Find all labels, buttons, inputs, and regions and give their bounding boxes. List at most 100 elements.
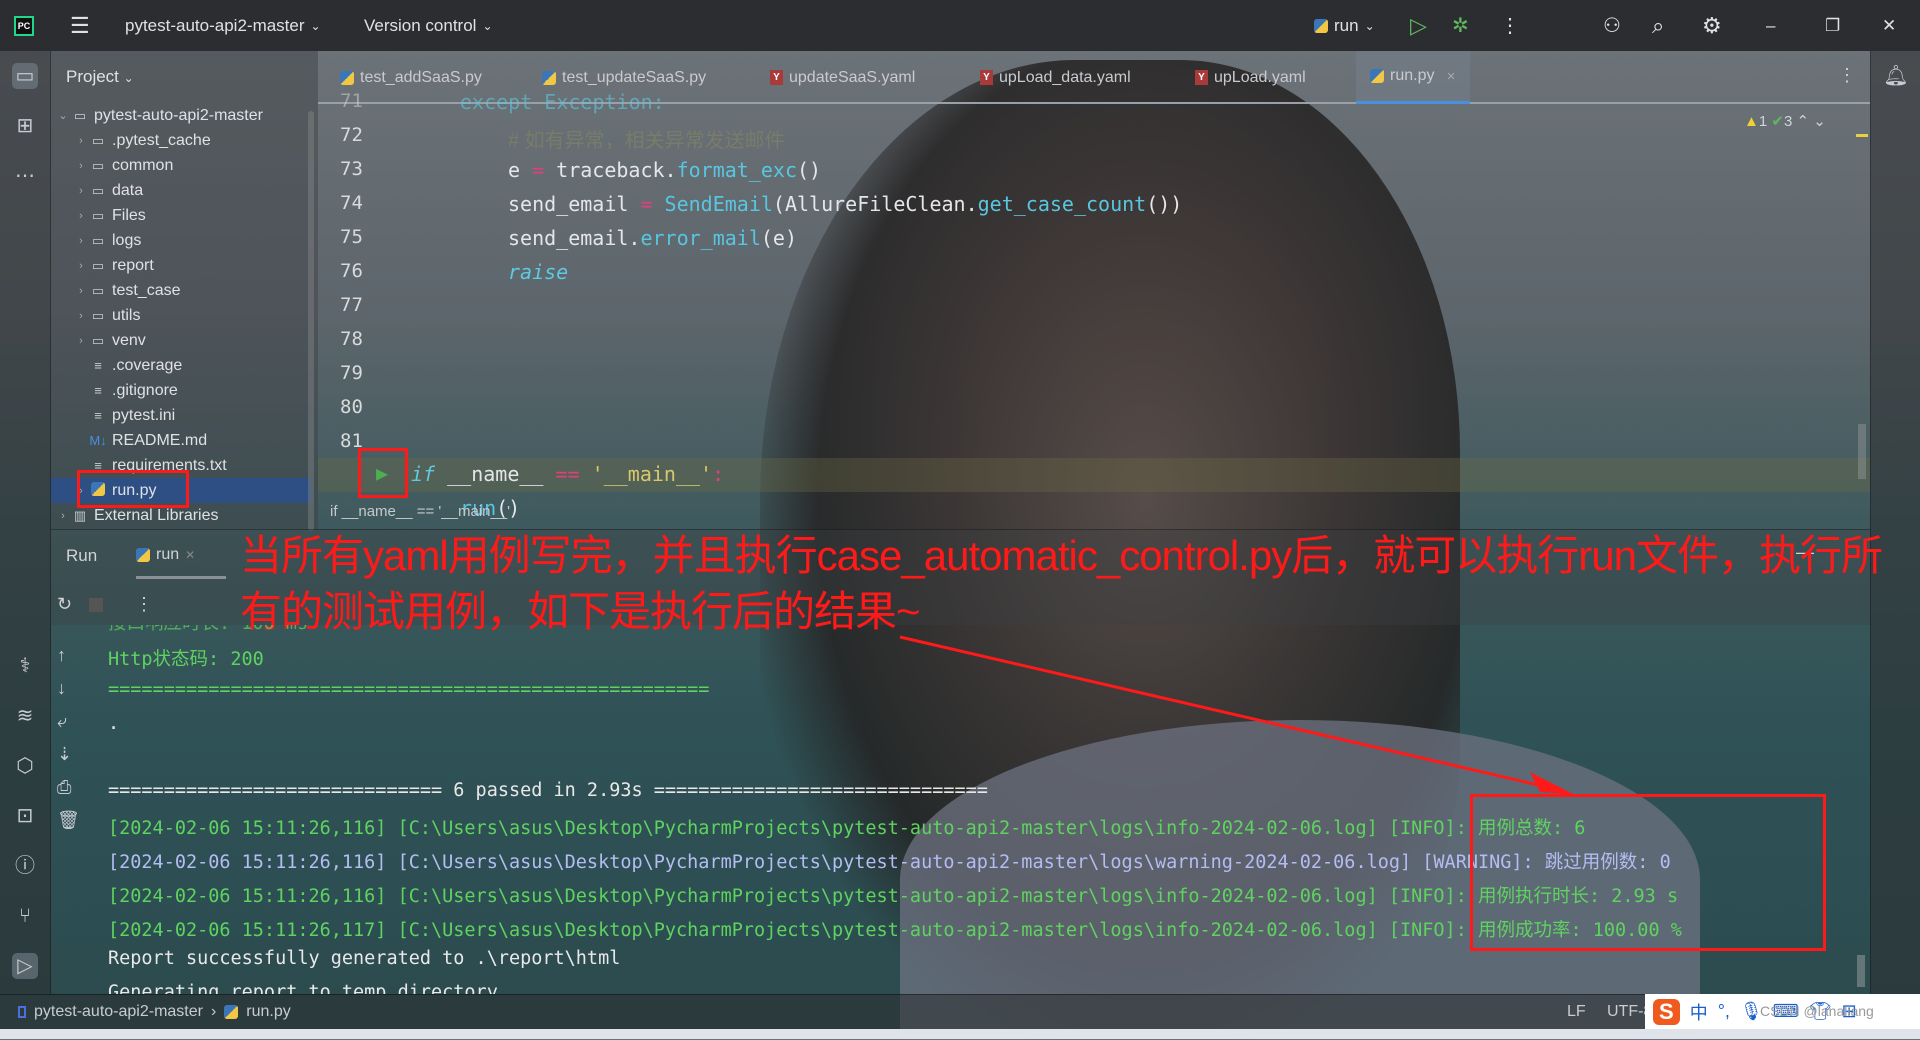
- folder-icon[interactable]: ▭: [12, 63, 38, 89]
- tree-item-label: pytest-auto-api2-master: [94, 106, 263, 124]
- editor-tab[interactable]: run.py ✕: [1356, 51, 1470, 104]
- tree-item[interactable]: › ▭ report: [51, 253, 311, 278]
- console-scrollbar[interactable]: [1857, 955, 1865, 987]
- status-file[interactable]: run.py: [246, 1003, 290, 1021]
- tree-scrollbar[interactable]: [308, 111, 314, 531]
- editor-tab[interactable]: YupLoad.yaml: [1181, 51, 1320, 104]
- editor-tab[interactable]: YupLoad_data.yaml: [966, 51, 1145, 104]
- problems-icon[interactable]: ⓘ: [12, 853, 38, 879]
- print-icon[interactable]: ⎙: [57, 771, 80, 804]
- tree-item[interactable]: › ▭ utils: [51, 303, 311, 328]
- add-user-icon[interactable]: ⚇: [1603, 13, 1621, 38]
- warning-marker[interactable]: [1856, 134, 1868, 137]
- chevron-icon[interactable]: ⌄: [55, 109, 71, 122]
- more-icon[interactable]: ⋮: [135, 594, 153, 615]
- line-separator[interactable]: LF: [1567, 1003, 1586, 1021]
- python-console-icon[interactable]: ⚕: [12, 653, 38, 679]
- console-line: .: [108, 713, 120, 734]
- close-icon[interactable]: ✕: [1882, 16, 1896, 36]
- git-icon[interactable]: ⑂: [12, 903, 38, 929]
- chevron-icon[interactable]: ›: [73, 285, 89, 297]
- arrow-up-icon[interactable]: ↑: [57, 639, 80, 672]
- chevron-icon[interactable]: ›: [73, 160, 89, 172]
- vcs-menu[interactable]: Version control ⌄: [364, 16, 493, 36]
- file-icon: ≡: [94, 408, 102, 423]
- chevron-icon[interactable]: ›: [73, 235, 89, 247]
- project-selector[interactable]: pytest-auto-api2-master ⌄: [125, 16, 321, 36]
- search-icon[interactable]: ⌕: [1652, 13, 1664, 39]
- stop-icon[interactable]: [89, 598, 103, 612]
- tree-item-label: External Libraries: [94, 506, 219, 524]
- editor-tab[interactable]: YupdateSaaS.yaml: [756, 51, 929, 104]
- structure-icon[interactable]: ⊞: [12, 113, 38, 139]
- debug-icon[interactable]: ✲: [1452, 13, 1469, 38]
- main-menu-icon[interactable]: ☰: [70, 13, 90, 39]
- editor-breadcrumb[interactable]: if __name__ == '__main__': [330, 503, 510, 520]
- chevron-icon[interactable]: ›: [73, 185, 89, 197]
- layers-icon[interactable]: ≋: [12, 703, 38, 729]
- tree-item[interactable]: M↓ README.md: [51, 428, 311, 453]
- code-editor[interactable]: 71 72 73 74 75 76 77 78 79 80 81 ▲1 ✔3 ⌃ ⌄ except …: [318, 90, 1870, 520]
- tab-label: test_addSaaS.py: [360, 68, 482, 86]
- title-bar: PC ☰ pytest-auto-api2-master ⌄ Version co…: [0, 0, 1920, 51]
- close-tab-icon[interactable]: ✕: [185, 548, 195, 562]
- log-line: [2024-02-06 15:11:26,116] [C:\Users\asus…: [108, 886, 1679, 907]
- inspection-widget[interactable]: ▲1 ✔3 ⌃ ⌄: [1744, 112, 1826, 130]
- gear-icon[interactable]: ⚙: [1702, 13, 1722, 39]
- punctuation-icon[interactable]: °,: [1718, 1001, 1730, 1022]
- tree-item[interactable]: ≡ .gitignore: [51, 378, 311, 403]
- tree-item[interactable]: ⌄ ▭ pytest-auto-api2-master: [51, 103, 311, 128]
- tree-item[interactable]: › ▭ data: [51, 178, 311, 203]
- rerun-icon[interactable]: ↻: [57, 594, 72, 615]
- line-number: 80: [340, 396, 363, 418]
- more-icon[interactable]: ⋯: [12, 163, 38, 189]
- tree-item[interactable]: ≡ .coverage: [51, 353, 311, 378]
- chevron-icon[interactable]: ›: [73, 260, 89, 272]
- close-tab-icon[interactable]: ✕: [1446, 70, 1455, 83]
- services-icon[interactable]: ⬡: [12, 753, 38, 779]
- chevron-icon[interactable]: ›: [73, 335, 89, 347]
- run-icon[interactable]: ▷: [1410, 13, 1427, 39]
- tree-item[interactable]: › ▭ common: [51, 153, 311, 178]
- line-number: 77: [340, 294, 363, 316]
- arrow-down-icon[interactable]: ↓: [57, 672, 80, 705]
- tree-item[interactable]: ≡ pytest.ini: [51, 403, 311, 428]
- folder-icon: ▭: [91, 157, 105, 173]
- scroll-to-end-icon[interactable]: ⇣: [57, 738, 80, 771]
- tree-item[interactable]: › ▭ .pytest_cache: [51, 128, 311, 153]
- soft-wrap-icon[interactable]: ⤶: [57, 705, 80, 738]
- tabs-more-icon[interactable]: ⋮: [1838, 65, 1856, 86]
- chevron-icon[interactable]: ›: [55, 510, 71, 522]
- run-config-selector[interactable]: run ⌄: [1314, 16, 1375, 36]
- vcs-label: Version control: [364, 15, 477, 35]
- tree-item[interactable]: › ▭ venv: [51, 328, 311, 353]
- run-tool-icon[interactable]: ▷: [12, 953, 38, 979]
- more-icon[interactable]: ⋮: [1500, 13, 1520, 38]
- run-tab[interactable]: run ✕: [136, 546, 195, 564]
- notifications-icon[interactable]: 🔔︎: [1883, 63, 1909, 89]
- minimize-icon[interactable]: –: [1766, 16, 1775, 36]
- tree-item-label: venv: [112, 331, 146, 349]
- terminal-icon[interactable]: ⊡: [12, 803, 38, 829]
- run-console[interactable]: ↑ ↓ ⤶ ⇣ ⎙ 🗑︎ 接口响应时长: 100 ms Http状态码: 200…: [51, 625, 1870, 994]
- tree-item[interactable]: › ▭ Files: [51, 203, 311, 228]
- chevron-icon[interactable]: ›: [73, 210, 89, 222]
- trash-icon[interactable]: 🗑︎: [57, 804, 80, 837]
- chevron-down-icon[interactable]: ⌄: [1813, 113, 1826, 130]
- tree-item[interactable]: › ▭ test_case: [51, 278, 311, 303]
- status-project[interactable]: pytest-auto-api2-master: [34, 1003, 203, 1021]
- code-line-73: e = traceback.format_exc(): [508, 158, 822, 182]
- chevron-icon[interactable]: ›: [73, 135, 89, 147]
- ime-lang[interactable]: 中: [1690, 999, 1708, 1025]
- tree-item[interactable]: › ▭ logs: [51, 228, 311, 253]
- tab-label: test_updateSaaS.py: [562, 68, 707, 86]
- yaml-file-icon: Y: [980, 70, 993, 85]
- folder-icon: ▭: [91, 232, 105, 248]
- restore-icon[interactable]: ❐: [1825, 16, 1840, 36]
- chevron-up-icon[interactable]: ⌃: [1796, 113, 1809, 130]
- tree-item-label: test_case: [112, 281, 181, 299]
- editor-scrollbar[interactable]: [1858, 424, 1866, 479]
- project-panel-title[interactable]: Project ⌄: [66, 67, 134, 87]
- chevron-icon[interactable]: ›: [73, 310, 89, 322]
- python-file-icon: [542, 70, 556, 85]
